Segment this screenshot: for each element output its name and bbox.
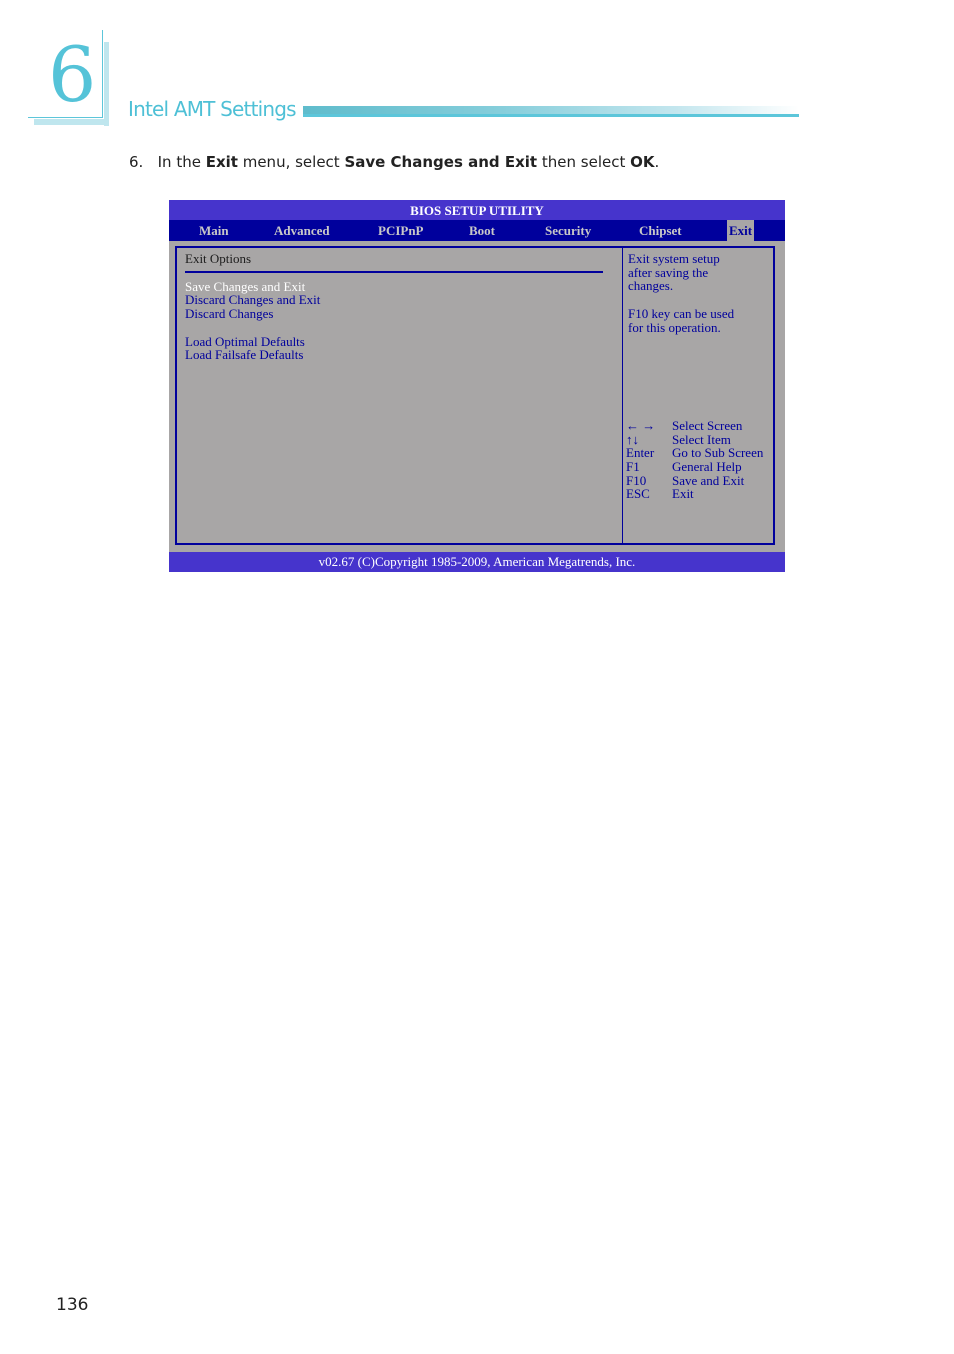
help-line: Exit system setup xyxy=(628,251,720,266)
instruction-bold: OK xyxy=(630,153,655,171)
chapter-frame-line xyxy=(102,30,103,117)
key-action: Exit xyxy=(672,486,694,502)
option-load-failsafe-defaults[interactable]: Load Failsafe Defaults xyxy=(185,348,605,362)
key-name: F1 xyxy=(626,459,640,475)
key-legend-row: ESC Exit xyxy=(626,487,763,501)
key-legend-row: F10 Save and Exit xyxy=(626,472,763,488)
option-save-changes-and-exit[interactable]: Save Changes and Exit xyxy=(185,279,605,294)
key-legend: ← → Select Screen ↑↓ Select Item Enter Go t… xyxy=(626,419,763,501)
instruction-text: . xyxy=(654,153,660,171)
instruction-bold: Exit xyxy=(205,153,238,171)
menu-tab-exit[interactable]: Exit xyxy=(727,220,755,241)
menu-tab-chipset[interactable]: Chipset xyxy=(639,220,682,241)
key-name: ESC xyxy=(626,486,650,502)
key-name: F10 xyxy=(626,472,647,488)
arrows-up-down-icon: ↑↓ xyxy=(626,431,639,447)
instruction-step: 6. In the Exit menu, select Save Changes… xyxy=(129,152,659,172)
panel-divider xyxy=(622,248,623,545)
option-discard-changes[interactable]: Discard Changes xyxy=(185,307,605,321)
option-load-optimal-defaults[interactable]: Load Optimal Defaults xyxy=(185,334,605,349)
bios-screen: BIOS SETUP UTILITY Main Advanced PCIPnP … xyxy=(169,200,785,572)
page-number: 136 xyxy=(56,1295,89,1315)
help-line: after saving the xyxy=(628,264,709,280)
bios-main-panel: Exit Options Save Changes and Exit Disca… xyxy=(175,246,775,545)
section-title: Exit Options xyxy=(185,251,252,266)
instruction-text: In the xyxy=(157,153,206,171)
bios-title-bar: BIOS SETUP UTILITY xyxy=(169,200,785,220)
instruction-text: menu, select xyxy=(237,153,345,171)
menu-tab-security[interactable]: Security xyxy=(545,220,591,241)
key-legend-row: ← → Select Screen xyxy=(626,419,763,433)
instruction-bold: Save Changes and Exit xyxy=(344,153,538,171)
help-line: for this operation. xyxy=(628,319,721,335)
key-legend-row: F1 General Help xyxy=(626,460,763,474)
option-discard-changes-and-exit[interactable]: Discard Changes and Exit xyxy=(185,293,605,307)
chapter-frame-shadow xyxy=(104,42,109,126)
help-line: changes. xyxy=(628,278,674,294)
help-line: F10 key can be used xyxy=(628,305,735,321)
bios-footer: v02.67 (C)Copyright 1985-2009, American … xyxy=(169,552,785,572)
menu-tab-main[interactable]: Main xyxy=(199,220,229,241)
menu-tab-boot[interactable]: Boot xyxy=(469,220,495,241)
instruction-text: then select xyxy=(537,153,631,171)
key-legend-row: ↑↓ Select Item xyxy=(626,431,763,447)
menu-tab-pcipnp[interactable]: PCIPnP xyxy=(378,220,424,241)
bios-menu-bar: Main Advanced PCIPnP Boot Security Chips… xyxy=(169,220,785,241)
exit-options-list: Exit Options Save Changes and Exit Disca… xyxy=(185,252,605,362)
arrows-left-right-icon: ← → xyxy=(626,418,656,433)
chapter-title-underline xyxy=(303,114,799,117)
help-text: Exit system setup after saving the chang… xyxy=(628,252,774,334)
chapter-title: Intel AMT Settings xyxy=(128,97,297,121)
section-divider xyxy=(185,270,603,273)
key-legend-row: Enter Go to Sub Screen xyxy=(626,446,763,460)
key-name: Enter xyxy=(626,445,655,461)
step-number: 6. xyxy=(129,153,144,171)
menu-tab-advanced[interactable]: Advanced xyxy=(274,220,330,241)
chapter-number: 6 xyxy=(48,30,97,119)
